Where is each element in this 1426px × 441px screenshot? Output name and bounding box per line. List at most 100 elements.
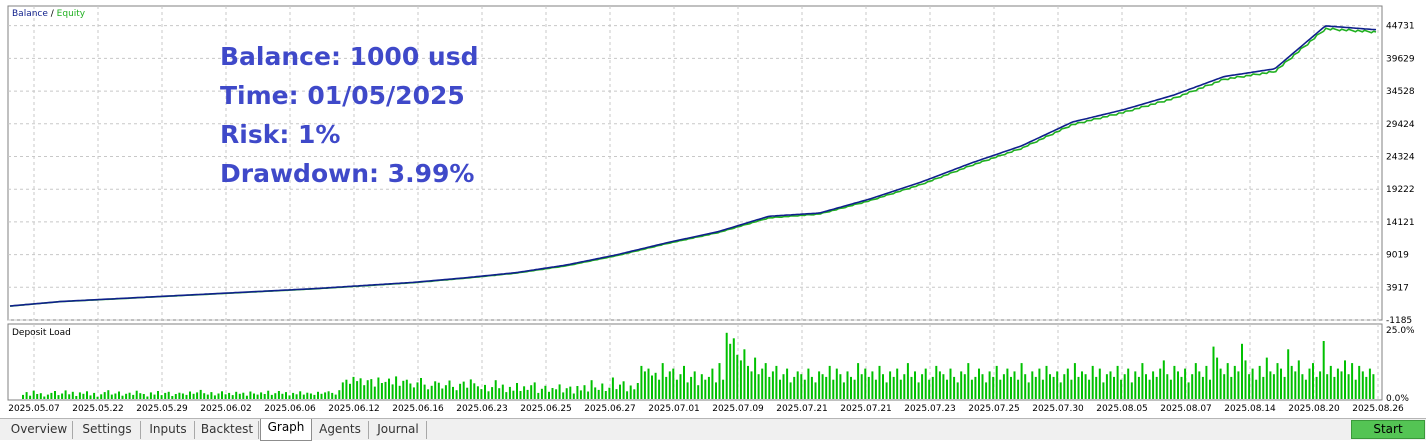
deposit-bar <box>914 371 916 399</box>
deposit-bar <box>36 394 39 399</box>
deposit-bar <box>818 371 821 399</box>
deposit-bar <box>754 357 757 399</box>
deposit-bar <box>860 374 863 399</box>
deposit-bar <box>61 393 64 399</box>
deposit-bar <box>775 365 778 399</box>
deposit-bar <box>953 376 956 399</box>
deposit-bar <box>473 383 476 399</box>
deposit-bar <box>1059 382 1062 399</box>
deposit-bar <box>434 381 437 399</box>
deposit-bar <box>1056 371 1059 399</box>
deposit-bar <box>903 374 906 399</box>
tab-inputs[interactable]: Inputs <box>142 421 195 439</box>
y-tick-label: 14121 <box>1386 218 1415 228</box>
deposit-bar <box>1322 341 1325 399</box>
deposit-bar <box>174 394 177 399</box>
deposit-bar <box>882 374 884 399</box>
x-tick-label: 2025.06.25 <box>520 404 572 414</box>
deposit-bar <box>611 377 614 399</box>
deposit-bar <box>978 368 980 399</box>
deposit-bar <box>380 383 383 399</box>
deposit-bar <box>1027 382 1030 399</box>
deposit-bar <box>555 389 558 399</box>
deposit-bar <box>938 371 941 399</box>
deposit-bar <box>683 365 685 399</box>
deposit-bar <box>803 379 806 399</box>
time-axis: 2025.05.07 2025.05.22 2025.05.29 2025.06.02… <box>8 404 1404 414</box>
deposit-bar <box>544 385 547 399</box>
deposit-bar <box>149 392 152 399</box>
deposit-bar <box>139 393 142 399</box>
deposit-bar <box>743 349 746 399</box>
deposit-bar <box>210 392 213 399</box>
deposit-bar <box>157 391 159 399</box>
deposit-bar <box>675 379 678 399</box>
deposit-bar <box>153 394 156 399</box>
x-tick-label: 2025.06.23 <box>456 404 508 414</box>
deposit-bar <box>960 371 963 399</box>
deposit-bar <box>366 380 369 399</box>
deposit-bar <box>242 392 245 399</box>
x-tick-label: 2025.05.29 <box>136 404 188 414</box>
deposit-bar <box>132 394 135 399</box>
deposit-bar <box>1265 357 1268 399</box>
deposit-bar <box>302 394 305 399</box>
deposit-bar <box>1226 363 1229 399</box>
tab-overview[interactable]: Overview <box>6 421 73 439</box>
deposit-bar <box>643 371 646 399</box>
deposit-bar <box>1223 374 1226 399</box>
tab-graph[interactable]: Graph <box>260 419 312 441</box>
deposit-bar <box>1180 376 1183 399</box>
deposit-bar <box>245 395 248 399</box>
y-tick-label: 24324 <box>1386 152 1415 162</box>
deposit-bar <box>718 363 721 399</box>
deposit-bar <box>196 392 199 399</box>
deposit-bar <box>338 390 341 399</box>
deposit-bar <box>1116 365 1119 399</box>
deposit-bar <box>921 374 924 399</box>
deposit-bar <box>1294 371 1297 399</box>
deposit-bar <box>185 394 188 399</box>
deposit-bar <box>1113 376 1115 399</box>
deposit-bar <box>1304 379 1307 399</box>
deposit-bar <box>711 368 714 399</box>
deposit-bar <box>1212 346 1215 399</box>
deposit-bar <box>114 393 117 399</box>
deposit-bar <box>253 393 255 399</box>
tab-agents[interactable]: Agents <box>312 421 369 439</box>
deposit-bar <box>373 386 376 399</box>
start-button[interactable]: Start <box>1351 420 1425 439</box>
deposit-bar <box>480 389 483 399</box>
deposit-bar <box>501 384 504 399</box>
deposit-bar <box>270 394 273 399</box>
deposit-y-tick-label: 0.0% <box>1386 394 1409 404</box>
deposit-bar <box>313 394 316 399</box>
deposit-bar <box>359 378 362 399</box>
tab-journal[interactable]: Journal <box>370 421 427 439</box>
deposit-bar <box>626 391 629 399</box>
deposit-bar <box>747 365 749 399</box>
deposit-bar <box>189 391 191 399</box>
deposit-bar <box>878 365 881 399</box>
deposit-bar <box>1020 363 1023 399</box>
deposit-bar <box>885 382 888 399</box>
deposit-bar <box>654 372 657 399</box>
deposit-bar <box>288 395 291 399</box>
deposit-bar <box>835 368 838 399</box>
deposit-bar <box>551 388 554 399</box>
deposit-bar <box>704 379 707 399</box>
deposit-bar <box>142 394 145 399</box>
deposit-bar <box>100 394 103 399</box>
deposit-bar <box>46 394 49 399</box>
deposit-bar <box>540 388 543 399</box>
deposit-bar <box>171 396 174 399</box>
deposit-bar <box>444 385 447 399</box>
deposit-bar <box>391 384 394 399</box>
deposit-bar <box>267 390 270 399</box>
deposit-bar <box>1241 343 1243 399</box>
tab-backtest[interactable]: Backtest <box>196 421 259 439</box>
deposit-bar <box>579 390 582 399</box>
deposit-bar <box>693 371 696 399</box>
tab-settings[interactable]: Settings <box>74 421 141 439</box>
deposit-bar <box>1262 376 1265 399</box>
